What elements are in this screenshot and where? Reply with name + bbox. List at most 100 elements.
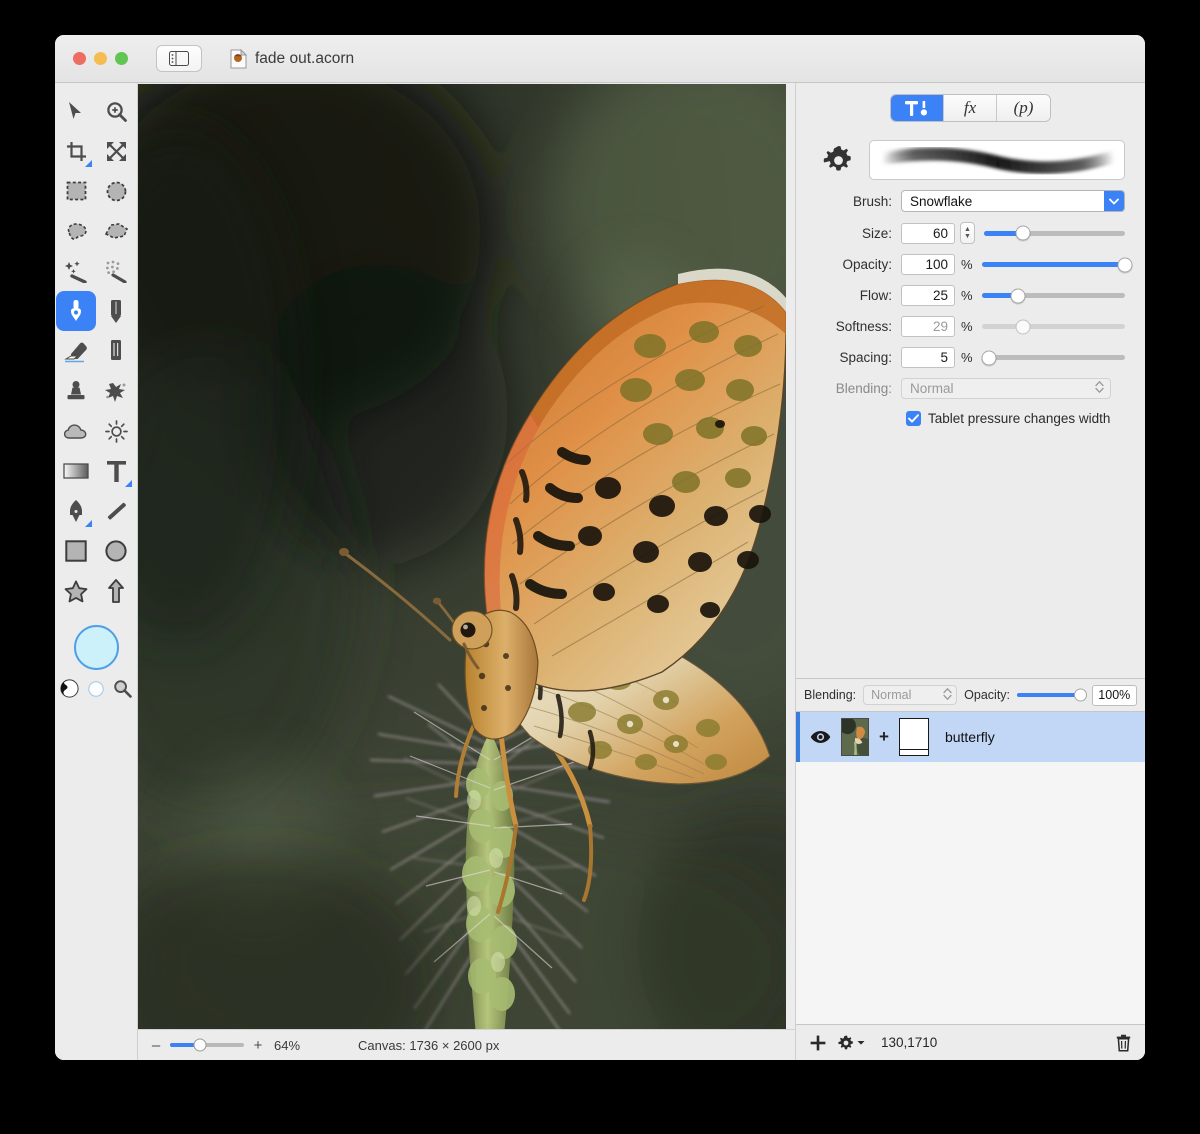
- foreground-color-swatch[interactable]: [73, 625, 119, 670]
- polygon-lasso-tool[interactable]: [96, 211, 136, 251]
- halftone-wand-icon: [105, 260, 127, 283]
- pencil-icon: [111, 299, 121, 323]
- gear-dropdown-icon: [838, 1035, 853, 1049]
- layers-list[interactable]: + butterfly: [796, 712, 1145, 1024]
- tab-filters-label: fx: [963, 98, 977, 117]
- layer-opacity-knob[interactable]: [1073, 688, 1087, 702]
- layers-header: Blending: Normal Opacity: 100%: [796, 678, 1145, 712]
- magic-wand-tool[interactable]: [56, 251, 96, 291]
- acorn-document-icon: [230, 48, 247, 68]
- layer-name[interactable]: butterfly: [945, 729, 995, 745]
- zoom-slider[interactable]: [170, 1038, 244, 1052]
- zoom-in-button[interactable]: +: [252, 1037, 264, 1054]
- layer-opacity-slider[interactable]: [1017, 688, 1087, 702]
- plus-icon[interactable]: [810, 1035, 826, 1051]
- sidebar-toggle-button[interactable]: [156, 45, 202, 72]
- text-tool[interactable]: [96, 451, 136, 491]
- minimize-button[interactable]: [94, 52, 107, 65]
- flow-unit: %: [961, 288, 973, 303]
- lasso-tool[interactable]: [56, 211, 96, 251]
- canvas-size-label: Canvas: 1736 × 2600 px: [358, 1037, 500, 1053]
- flow-slider-knob[interactable]: [1010, 288, 1026, 303]
- selection-wand-tool[interactable]: [96, 251, 136, 291]
- tab-tools[interactable]: [891, 95, 944, 121]
- gear-icon[interactable]: [822, 144, 855, 177]
- layer-thumbnail-image: [842, 719, 868, 755]
- flow-slider[interactable]: [982, 288, 1125, 303]
- marker-tool[interactable]: [96, 331, 136, 371]
- layer-settings-menu[interactable]: [838, 1035, 865, 1051]
- gradient-tool[interactable]: [56, 451, 96, 491]
- rectangle-shape-tool[interactable]: [56, 531, 96, 571]
- chevron-down-icon: [1104, 191, 1124, 211]
- blur-tool[interactable]: [56, 411, 96, 451]
- arrow-shape-tool[interactable]: [96, 571, 136, 611]
- layer-mask-thumbnail[interactable]: [898, 718, 929, 756]
- dashed-rect-icon: [66, 181, 86, 201]
- tool-badge: [85, 160, 92, 167]
- size-slider[interactable]: [984, 225, 1125, 241]
- softness-row: Softness: 29 %: [796, 316, 1145, 337]
- brush-select-value: Snowflake: [910, 193, 973, 209]
- opacity-unit: %: [961, 257, 973, 272]
- spacing-slider[interactable]: [981, 350, 1125, 365]
- size-input[interactable]: 60: [901, 222, 955, 244]
- crop-icon: [66, 141, 86, 161]
- marker-icon: [111, 339, 121, 360]
- zoom-button[interactable]: [115, 52, 128, 65]
- pen-tool[interactable]: [56, 491, 96, 531]
- tab-palette[interactable]: (p): [997, 95, 1050, 121]
- half-circle-icon[interactable]: [60, 679, 79, 698]
- spacing-slider-knob[interactable]: [981, 350, 997, 365]
- canvas-status-bar: – + 64% Canvas: 1736 × 2600 px: [138, 1029, 795, 1060]
- size-slider-knob[interactable]: [1015, 225, 1031, 241]
- four-arrows-icon: [106, 141, 126, 161]
- stepper-down-icon: ▼: [964, 233, 971, 240]
- smudge-tool[interactable]: [96, 371, 136, 411]
- tab-palette-label: (p): [1013, 98, 1034, 117]
- crop-tool[interactable]: [56, 131, 96, 171]
- dodge-tool[interactable]: [96, 411, 136, 451]
- tab-filters[interactable]: fx: [944, 95, 997, 121]
- move-tool[interactable]: [56, 91, 96, 131]
- ellipse-shape-tool[interactable]: [96, 531, 136, 571]
- magnifier-icon[interactable]: [113, 679, 132, 698]
- eye-icon[interactable]: [810, 730, 831, 744]
- line-tool[interactable]: [96, 491, 136, 531]
- close-button[interactable]: [73, 52, 86, 65]
- flow-label: Flow:: [859, 288, 892, 303]
- image-canvas[interactable]: [138, 84, 786, 1029]
- arrow-cursor-icon: [69, 102, 81, 119]
- transform-tool[interactable]: [96, 131, 136, 171]
- clone-stamp-tool[interactable]: [56, 371, 96, 411]
- segmented-control: fx (p): [890, 94, 1051, 122]
- eraser-tool[interactable]: [56, 331, 96, 371]
- canvas-scroll-area[interactable]: [138, 83, 795, 1029]
- opacity-slider-knob[interactable]: [1117, 257, 1133, 272]
- empty-circle-icon[interactable]: [88, 680, 104, 697]
- rectangle-select-tool[interactable]: [56, 171, 96, 211]
- spacing-label: Spacing:: [839, 350, 892, 365]
- zoom-slider-knob[interactable]: [193, 1038, 207, 1052]
- star-icon: [64, 580, 88, 602]
- tablet-pressure-checkbox[interactable]: [906, 411, 921, 426]
- table-row[interactable]: + butterfly: [796, 712, 1145, 762]
- title-bar: fade out.acorn: [55, 35, 1145, 83]
- zoom-out-button[interactable]: –: [150, 1037, 162, 1054]
- brush-tool[interactable]: [56, 291, 96, 331]
- ellipse-select-tool[interactable]: [96, 171, 136, 211]
- layer-mask-plus: +: [879, 727, 889, 746]
- flow-input[interactable]: 25: [901, 285, 955, 306]
- star-shape-tool[interactable]: [56, 571, 96, 611]
- document-title-group: fade out.acorn: [230, 48, 354, 69]
- layer-opacity-value[interactable]: 100%: [1091, 684, 1137, 706]
- brush-select[interactable]: Snowflake: [901, 190, 1125, 212]
- opacity-input[interactable]: 100: [901, 254, 955, 275]
- zoom-tool[interactable]: [96, 91, 136, 131]
- pencil-tool[interactable]: [96, 291, 136, 331]
- opacity-slider[interactable]: [982, 257, 1133, 272]
- tablet-pressure-row[interactable]: Tablet pressure changes width: [796, 411, 1145, 426]
- size-stepper[interactable]: ▲ ▼: [960, 222, 975, 244]
- trash-icon[interactable]: [1116, 1034, 1131, 1052]
- spacing-input[interactable]: 5: [901, 347, 955, 368]
